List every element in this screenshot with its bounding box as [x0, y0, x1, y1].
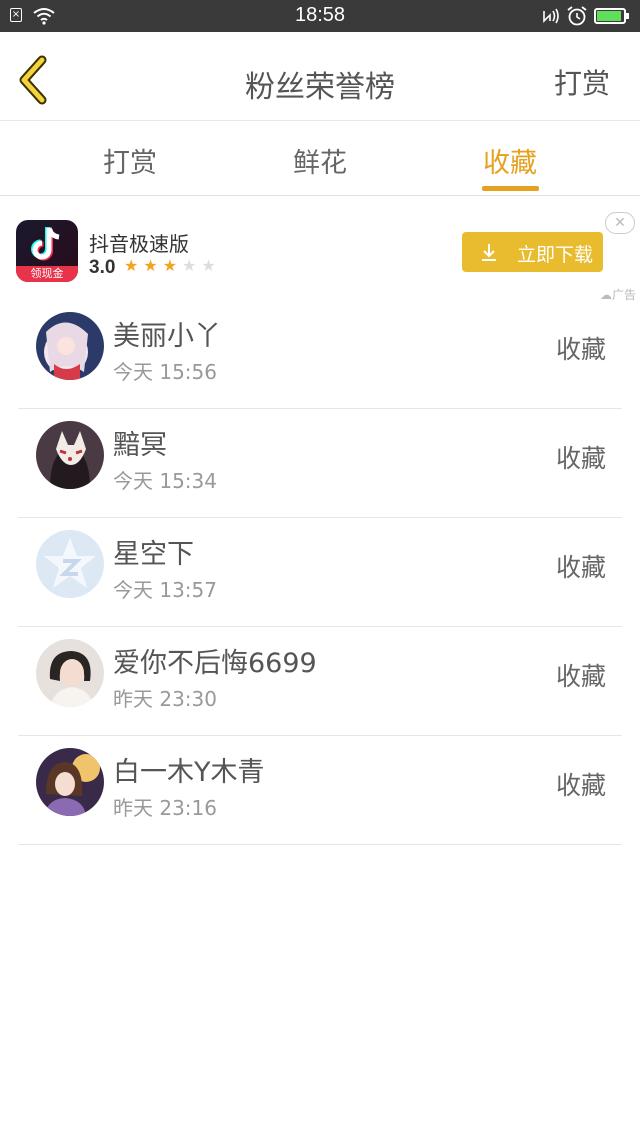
avatar[interactable]: [36, 748, 104, 816]
battery-icon: [594, 8, 626, 24]
timestamp: 昨天 23:30: [113, 687, 217, 711]
page-title: 粉丝荣誉榜: [245, 70, 395, 105]
tab-flowers[interactable]: 鲜花: [260, 141, 380, 180]
user-name: 白一木Y木青: [113, 757, 265, 788]
list-item[interactable]: 黯冥 今天 15:34 收藏: [18, 409, 622, 518]
ad-download-button[interactable]: 立即下载: [462, 232, 603, 272]
avatar[interactable]: [36, 639, 104, 707]
avatar[interactable]: [36, 421, 104, 489]
row-action-label: 收藏: [555, 662, 606, 691]
star-filled-icon: ★: [162, 256, 183, 275]
ad-rating-stars: ★★★★★: [124, 256, 221, 275]
ad-icon-tag: 领现金: [16, 266, 78, 282]
ad-app-name: 抖音极速版: [89, 232, 189, 256]
user-name: 星空下: [113, 539, 194, 570]
tab-tip[interactable]: 打赏: [70, 141, 190, 180]
timestamp: 昨天 23:16: [113, 796, 217, 820]
row-action-label: 收藏: [555, 335, 606, 364]
list-item[interactable]: 美丽小丫 今天 15:56 收藏: [18, 300, 622, 409]
list-item[interactable]: 爱你不后悔6699 昨天 23:30 收藏: [18, 627, 622, 736]
timestamp: 今天 13:57: [113, 578, 217, 602]
nav-header: 粉丝荣誉榜 打赏: [0, 32, 640, 121]
avatar[interactable]: [36, 530, 104, 598]
ad-app-icon: 领现金: [16, 220, 78, 282]
favorites-list: 美丽小丫 今天 15:56 收藏 黯冥 今天 15:34 收藏 星空下 今天 1…: [0, 300, 640, 845]
download-icon: [482, 244, 496, 261]
avatar[interactable]: [36, 312, 104, 380]
user-name: 爱你不后悔6699: [113, 648, 317, 679]
row-action-label: 收藏: [555, 553, 606, 582]
row-action-label: 收藏: [555, 771, 606, 800]
ad-close-icon[interactable]: ✕: [605, 212, 635, 234]
star-empty-icon: ★: [182, 256, 202, 275]
music-note-icon: [31, 227, 60, 261]
active-tab-indicator: [482, 186, 539, 191]
row-action-label: 收藏: [555, 444, 606, 473]
nfc-icon: [543, 8, 559, 24]
star-empty-icon: ★: [201, 256, 221, 275]
ad-banner[interactable]: 领现金 抖音极速版 3.0 ★★★★★ 立即下载: [0, 196, 640, 300]
user-name: 美丽小丫: [113, 321, 221, 352]
tab-favorites[interactable]: 收藏: [450, 141, 570, 180]
user-name: 黯冥: [113, 430, 167, 461]
list-item[interactable]: 白一木Y木青 昨天 23:16 收藏: [18, 736, 622, 845]
star-filled-icon: ★: [124, 256, 144, 275]
header-tip-button[interactable]: 打赏: [554, 62, 610, 102]
timestamp: 今天 15:34: [113, 469, 217, 493]
timestamp: 今天 15:56: [113, 360, 217, 384]
star-filled-icon: ★: [143, 256, 163, 275]
ad-download-label: 立即下载: [517, 244, 594, 266]
battery-cap: [626, 13, 629, 19]
alarm-icon: [567, 6, 587, 26]
ad-rating-value: 3.0: [89, 257, 116, 278]
status-bar: × 18:58: [0, 0, 640, 32]
tab-bar: 打赏 鲜花 收藏: [0, 121, 640, 196]
list-item[interactable]: 星空下 今天 13:57 收藏: [18, 518, 622, 627]
